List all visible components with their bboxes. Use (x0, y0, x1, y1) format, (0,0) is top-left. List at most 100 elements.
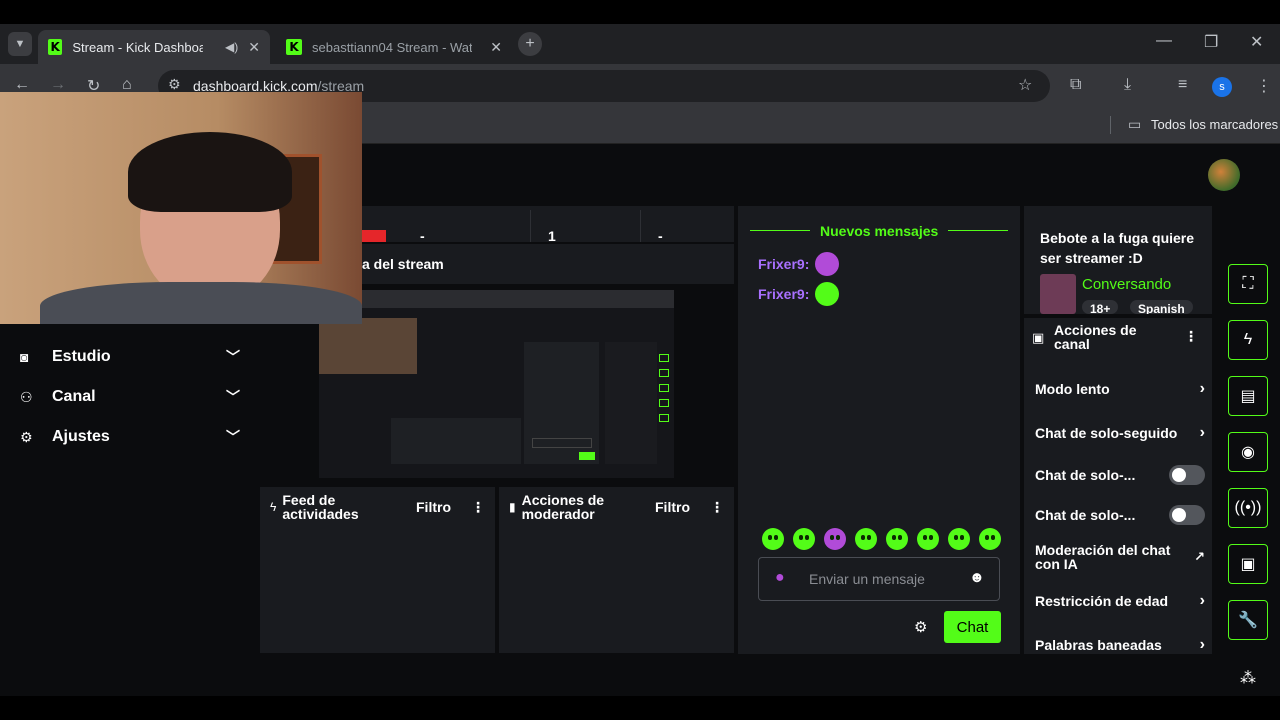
sidebar-item-canal[interactable]: ⚇ Canal ﹀ (20, 382, 240, 412)
site-info-icon[interactable]: ⚙ (168, 76, 181, 93)
stream-preview-button[interactable]: ⛶ (1228, 264, 1268, 304)
emoji-icon[interactable]: ☻ (969, 569, 985, 586)
panel-header: ϟ Feed de actividades Filtro ⋮ (260, 487, 495, 527)
sidebar-item-estudio[interactable]: ◙ Estudio ﹀ (20, 342, 240, 372)
webcam-overlay (0, 92, 362, 324)
divider (640, 210, 641, 242)
ai-moderation-row[interactable]: Moderación del chat con IA ↗ (1035, 542, 1205, 572)
new-messages-label: Nuevos mensajes (820, 223, 939, 239)
sidebar-item-label: Ajustes (52, 428, 110, 445)
emote-only-chat-row: Chat de solo-... (1035, 504, 1205, 526)
folder-icon: ▭ (1128, 116, 1142, 132)
chevron-right-icon: › (1199, 636, 1205, 653)
kebab-menu-icon[interactable]: ⋮ (710, 499, 724, 516)
stat-value: - (658, 228, 663, 244)
chat-settings-gear-icon[interactable]: ⚙ (914, 618, 927, 636)
action-label: Moderación del chat con IA (1035, 542, 1171, 572)
stream-preview-video[interactable] (319, 290, 674, 478)
broadcast-button[interactable]: ((•)) (1228, 488, 1268, 528)
emote-icon[interactable] (855, 528, 877, 550)
preview-actions (605, 342, 657, 464)
bookmark-star-icon[interactable]: ☆ (1018, 75, 1032, 95)
extensions-icon[interactable]: ⧉ (1070, 76, 1081, 94)
kebab-menu-icon[interactable]: ⋮ (1184, 328, 1198, 345)
stat-value: - (420, 228, 425, 244)
moderator-actions-panel: ▮ Acciones de moderador Filtro ⋮ (499, 487, 734, 653)
channel-actions-title: Acciones de canal (1054, 322, 1137, 352)
divider (530, 210, 531, 242)
tab-watch-stream[interactable]: K sebasttiann04 Stream - Watch l ✕ (276, 30, 512, 64)
chat-username[interactable]: Frixer9: (758, 286, 809, 302)
emote-icon[interactable] (886, 528, 908, 550)
moderator-filter-button[interactable]: Filtro (655, 499, 690, 515)
tools-button[interactable]: 🔧 (1228, 600, 1268, 640)
chat-username[interactable]: Frixer9: (758, 256, 809, 272)
wrench-icon: 🔧 (1238, 612, 1258, 629)
preview-chat-button (579, 452, 595, 460)
speaker-icon[interactable]: ◀) (225, 40, 238, 54)
emote-icon[interactable] (824, 528, 846, 550)
menu-icon[interactable]: ⋮ (1256, 76, 1272, 96)
emote-icon[interactable] (762, 528, 784, 550)
activity-filter-button[interactable]: Filtro (416, 499, 451, 515)
close-icon[interactable]: ✕ (248, 39, 260, 56)
stream-title: Bebote a la fuga quiere ser streamer :D (1040, 230, 1195, 266)
chevron-down-icon: ﹀ (226, 429, 240, 445)
sidebar-item-label: Canal (52, 388, 96, 405)
close-icon[interactable]: ✕ (490, 39, 502, 56)
chevron-right-icon: › (1199, 380, 1205, 397)
chevron-down-icon: ﹀ (226, 349, 240, 365)
microphone-icon[interactable]: ● (775, 569, 785, 587)
follower-only-chat-row[interactable]: Chat de solo-seguido › (1035, 424, 1205, 442)
tab-title: Stream - Kick Dashboard (72, 39, 204, 55)
layout-icon[interactable]: ⁂ (1240, 668, 1256, 688)
category-link[interactable]: Conversando (1082, 276, 1171, 293)
tag-badge[interactable]: Spanish (1130, 300, 1193, 314)
minimize-button[interactable]: — (1156, 32, 1172, 50)
emote-icon[interactable] (793, 528, 815, 550)
emote-icon[interactable] (948, 528, 970, 550)
chat-bubble-icon: ◉ (1241, 444, 1255, 461)
action-label: Restricción de edad (1035, 593, 1169, 609)
user-avatar[interactable] (1208, 159, 1240, 191)
kebab-menu-icon[interactable]: ⋮ (471, 499, 485, 516)
chat-send-button[interactable]: Chat (944, 611, 1001, 643)
profile-avatar[interactable]: s (1212, 77, 1232, 97)
chat-input-box[interactable]: ● Enviar un mensaje ☻ (758, 557, 1000, 601)
banned-words-row[interactable]: Palabras baneadas › (1035, 636, 1205, 654)
download-icon[interactable]: ⤓ (1124, 76, 1131, 94)
category-thumbnail (1040, 274, 1076, 314)
chat-button[interactable]: ◉ (1228, 432, 1268, 472)
chat-message: Frixer9: (758, 282, 840, 306)
activity-button[interactable]: ϟ (1228, 320, 1268, 360)
emote-icon[interactable] (979, 528, 1001, 550)
tab-search-button[interactable]: ▼ (8, 32, 32, 56)
sub-only-toggle[interactable] (1169, 465, 1205, 485)
restore-button[interactable]: ❐ (1204, 32, 1218, 52)
window-close-button[interactable]: ✕ (1250, 32, 1263, 52)
emote-icon (815, 282, 840, 306)
live-badge (362, 230, 386, 242)
media-control-icon[interactable]: ≡ (1178, 76, 1187, 94)
new-tab-button[interactable]: + (518, 32, 542, 56)
lightning-icon: ϟ (1243, 331, 1253, 348)
tag-badge[interactable]: 18+ (1082, 300, 1119, 314)
channel-actions-button[interactable]: ▣ (1228, 544, 1268, 584)
kick-logo-icon: K (48, 39, 63, 55)
all-bookmarks-link[interactable]: Todos los marcadores (1151, 117, 1278, 132)
tab-kick-dashboard[interactable]: K Stream - Kick Dashboard ◀) ✕ (38, 30, 270, 64)
moderator-actions-title: Acciones de moderador (521, 492, 605, 522)
camera-icon: ▣ (1032, 330, 1045, 345)
moderator-button[interactable]: ▤ (1228, 376, 1268, 416)
preview-webcam (319, 318, 417, 374)
age-restriction-row[interactable]: Restricción de edad › (1035, 592, 1205, 610)
bottom-bar (0, 696, 1280, 720)
slow-mode-row[interactable]: Modo lento › (1035, 380, 1205, 398)
sidebar-item-ajustes[interactable]: ⚙ Ajustes ﹀ (20, 422, 240, 452)
emote-icon[interactable] (917, 528, 939, 550)
preview-chat-input (532, 438, 592, 448)
chat-message: Frixer9: (758, 252, 840, 276)
document-icon: ▤ (1240, 388, 1256, 405)
panel-header: ▮ Acciones de moderador Filtro ⋮ (499, 487, 734, 527)
emote-only-toggle[interactable] (1169, 505, 1205, 525)
